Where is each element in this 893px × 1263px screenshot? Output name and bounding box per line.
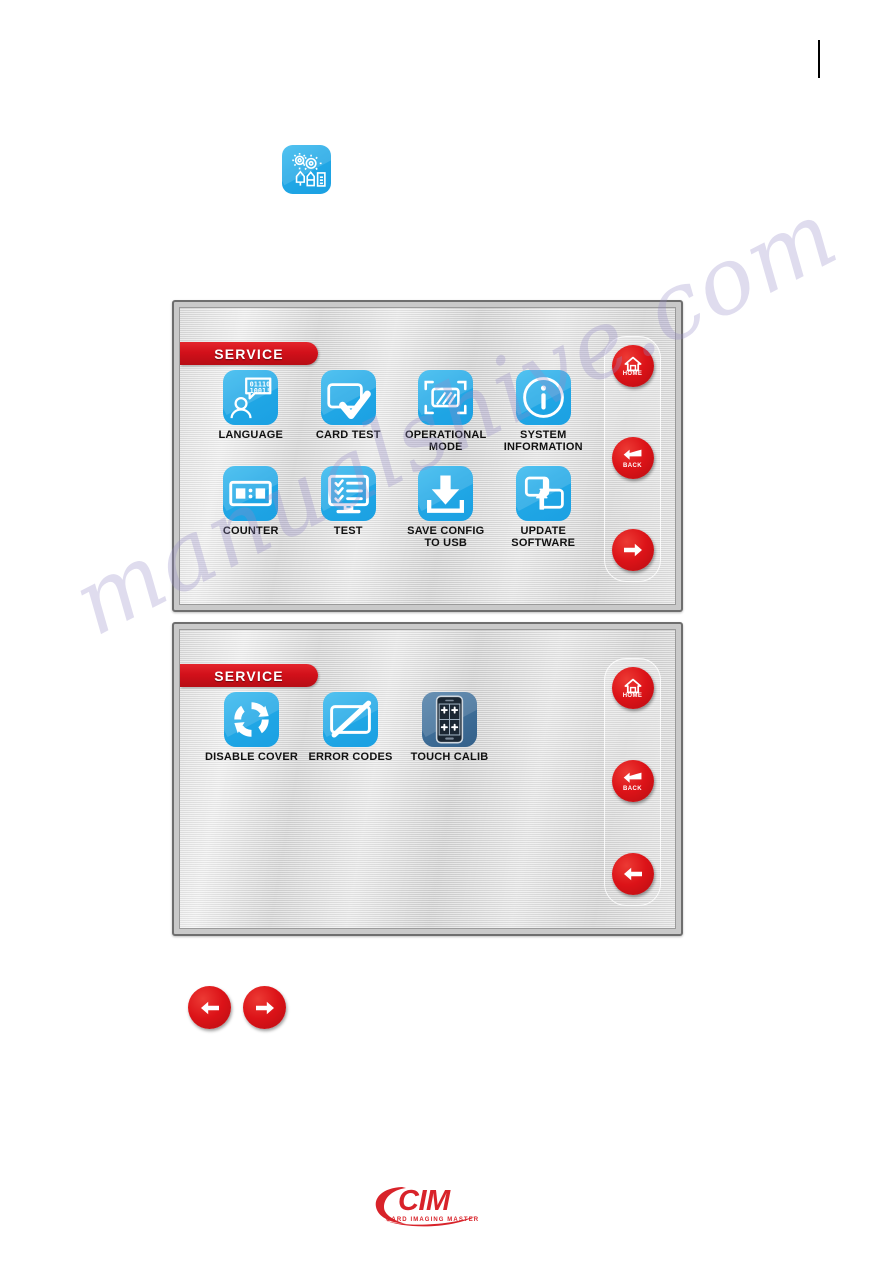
menu-item-label: CARD TEST (315, 429, 381, 441)
card-test-tile[interactable] (320, 370, 376, 425)
counter-display-icon (229, 480, 272, 506)
menu-row: DISABLE COVER ERROR CODES TOUCH CALIB (202, 692, 592, 763)
service-menu-grid-2: DISABLE COVER ERROR CODES TOUCH CALIB (202, 692, 592, 763)
service-banner-label: SERVICE (214, 667, 284, 684)
operational-mode-card-scan-icon (424, 380, 467, 415)
screen-surface: SERVICE 01110 1001! LANGUAGE CARD TEST O… (179, 307, 676, 605)
counter-tile[interactable] (223, 465, 279, 521)
cim-logo-text: CIM (398, 1185, 450, 1217)
menu-item-label: OPERATIONAL MODE (405, 429, 487, 454)
update-software-tile[interactable] (515, 465, 571, 521)
service-settings-icon (282, 145, 331, 194)
arrow-legend-group (188, 986, 286, 1029)
service-menu-grid-1: 01110 1001! LANGUAGE CARD TEST OPERATION… (202, 370, 592, 549)
previous-arrow-legend[interactable] (188, 986, 231, 1029)
back-button[interactable]: BACK (611, 760, 654, 802)
menu-item-operational-mode[interactable]: OPERATIONAL MODE (397, 370, 495, 454)
menu-item-test[interactable]: TEST (300, 465, 398, 550)
menu-item-update-software[interactable]: UPDATE SOFTWARE (495, 465, 593, 550)
next-page-button[interactable] (611, 529, 654, 571)
menu-item-label: DISABLE COVER (204, 751, 299, 763)
disable-cover-tile[interactable] (224, 692, 279, 747)
enter-return-arrow-icon (623, 449, 641, 460)
home-button-label: HOME (622, 692, 643, 699)
card-slash-pen-icon (330, 700, 372, 738)
service-banner-label: SERVICE (214, 345, 284, 362)
language-tile[interactable]: 01110 1001! (223, 370, 279, 425)
menu-item-disable-cover[interactable]: DISABLE COVER (202, 692, 301, 763)
card-checkmark-icon (327, 383, 371, 419)
download-save-icon (427, 475, 465, 513)
menu-item-label: SYSTEM INFORMATION (503, 429, 583, 454)
cim-logo: CIM CARD IMAGING MASTER (372, 1184, 482, 1230)
menu-item-error-codes[interactable]: ERROR CODES (301, 692, 400, 763)
navigation-rail: HOME BACK (604, 658, 661, 906)
home-icon (624, 678, 641, 693)
test-monitor-checklist-icon (327, 474, 369, 513)
cim-logo-tagline: CARD IMAGING MASTER (386, 1217, 480, 1223)
screen-surface: SERVICE DISABLE COVER ERROR CODES TOUCH … (179, 629, 676, 929)
service-settings-tile (282, 145, 331, 194)
test-tile[interactable] (320, 465, 376, 521)
home-icon (624, 356, 641, 371)
menu-item-label: TEST (333, 524, 363, 537)
menu-item-label: LANGUAGE (218, 429, 284, 441)
enter-return-arrow-icon (623, 772, 641, 783)
menu-item-counter[interactable]: COUNTER (202, 465, 300, 550)
menu-item-save-config-to-usb[interactable]: SAVE CONFIG TO USB (397, 465, 495, 550)
home-button[interactable]: HOME (611, 345, 654, 387)
menu-row: 01110 1001! LANGUAGE CARD TEST OPERATION… (202, 370, 592, 454)
update-software-transfer-icon (524, 476, 564, 510)
menu-item-label: SAVE CONFIG TO USB (407, 524, 485, 549)
error-codes-tile[interactable] (323, 692, 378, 747)
navigation-rail: HOME BACK (604, 336, 661, 582)
next-arrow-legend[interactable] (243, 986, 286, 1029)
arrow-left-icon (623, 867, 642, 881)
menu-item-touch-calib[interactable]: TOUCH CALIB (400, 692, 499, 763)
menu-item-label: COUNTER (222, 524, 279, 537)
menu-item-language[interactable]: 01110 1001! LANGUAGE (202, 370, 300, 454)
previous-page-button[interactable] (611, 853, 654, 895)
arrow-right-icon (623, 543, 642, 557)
system-information-tile[interactable] (515, 370, 571, 425)
arrow-left-icon (200, 1001, 219, 1014)
back-button[interactable]: BACK (611, 437, 654, 479)
gears-pen-tools-icon (292, 152, 326, 187)
touch-calib-tile[interactable] (422, 692, 477, 747)
service-screen-page-2: SERVICE DISABLE COVER ERROR CODES TOUCH … (172, 622, 683, 936)
home-button-label: HOME (622, 370, 643, 377)
service-banner: SERVICE (180, 342, 318, 365)
home-button[interactable]: HOME (611, 667, 654, 709)
save-config-tile[interactable] (418, 465, 474, 521)
menu-item-system-information[interactable]: SYSTEM INFORMATION (495, 370, 593, 454)
back-button-label: BACK (623, 463, 642, 469)
arrow-right-icon (255, 1001, 274, 1014)
service-screen-page-1: SERVICE 01110 1001! LANGUAGE CARD TEST O… (172, 300, 683, 612)
operational-mode-tile[interactable] (418, 370, 474, 425)
refresh-cycle-icon (234, 702, 269, 737)
menu-item-card-test[interactable]: CARD TEST (300, 370, 398, 454)
menu-item-label: TOUCH CALIB (410, 751, 489, 763)
menu-item-label: UPDATE SOFTWARE (511, 524, 576, 549)
language-person-binary-icon: 01110 1001! (230, 377, 272, 419)
header-vertical-rule (818, 40, 820, 78)
back-button-label: BACK (623, 786, 642, 792)
touch-calibration-phone-icon (435, 695, 464, 744)
menu-row: COUNTER TEST SAVE CONFIG TO USB UPDATE S… (202, 465, 593, 550)
info-circle-icon (522, 377, 564, 418)
svg-text:1001!: 1001! (250, 387, 271, 395)
service-banner: SERVICE (180, 664, 318, 687)
menu-item-label: ERROR CODES (308, 751, 393, 763)
